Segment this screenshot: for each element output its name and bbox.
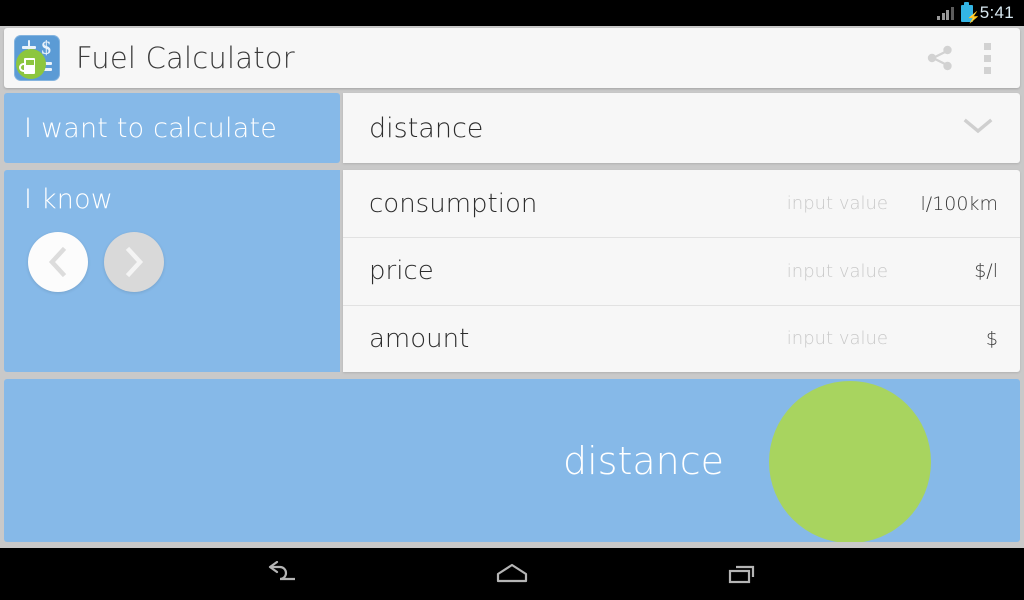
know-section: I know consumption input value l/100km p… xyxy=(4,170,1020,372)
input-placeholder-amount: input value xyxy=(786,328,888,350)
signal-bars-icon xyxy=(937,6,954,20)
nav-home-button[interactable] xyxy=(456,548,568,600)
overflow-dot-3 xyxy=(983,66,991,74)
input-row-price[interactable]: price input value $/l xyxy=(343,237,1020,304)
input-label-consumption: consumption xyxy=(369,188,538,219)
app-bar: $ Fuel Calculator xyxy=(4,28,1020,88)
calculate-row: I want to calculate distance xyxy=(4,93,1020,163)
fuel-pump-body xyxy=(24,58,35,74)
home-icon xyxy=(496,563,528,583)
back-icon xyxy=(268,561,295,581)
result-circle xyxy=(769,381,931,542)
recent-apps-icon xyxy=(728,565,755,584)
share-icon xyxy=(927,45,952,71)
input-unit-amount: $ xyxy=(985,327,998,350)
overflow-dot-1 xyxy=(983,42,991,50)
battery-charging-icon: ⚡ xyxy=(960,2,980,24)
result-panel: distance xyxy=(4,379,1020,542)
input-unit-price: $/l xyxy=(974,260,998,283)
share-button[interactable] xyxy=(914,32,966,84)
system-nav-bar xyxy=(0,548,1024,600)
chevron-left-icon xyxy=(48,246,67,278)
nav-back-button[interactable] xyxy=(226,548,338,600)
overflow-dot-2 xyxy=(983,54,991,62)
nav-recents-button[interactable] xyxy=(686,548,798,600)
calculate-target-value: distance xyxy=(369,112,484,144)
fuel-calculator-app-icon: $ xyxy=(14,35,60,81)
previous-button[interactable] xyxy=(28,232,88,292)
know-label: I know xyxy=(24,184,114,215)
input-label-amount: amount xyxy=(369,323,470,354)
know-label-panel: I know xyxy=(4,170,340,372)
chevron-right-icon xyxy=(125,246,144,278)
input-row-consumption[interactable]: consumption input value l/100km xyxy=(343,170,1020,237)
know-label-wrap: I know xyxy=(24,184,113,215)
input-unit-consumption: l/100km xyxy=(920,192,998,215)
fuel-pump-hose xyxy=(19,63,24,72)
input-label-price: price xyxy=(369,256,434,287)
overflow-menu-button[interactable] xyxy=(966,32,1008,84)
input-placeholder-price: input value xyxy=(786,260,888,282)
status-bar: ⚡ 5:41 xyxy=(0,0,1024,26)
app-title: Fuel Calculator xyxy=(76,41,295,75)
next-button[interactable] xyxy=(104,232,164,292)
known-inputs-list: consumption input value l/100km price in… xyxy=(343,170,1020,372)
app-screen: ⚡ 5:41 $ Fuel Calculator I want to calcu… xyxy=(0,0,1024,600)
calculate-target-select[interactable]: distance xyxy=(343,93,1020,163)
calculate-label: I want to calculate xyxy=(24,112,278,144)
calculate-label-panel: I want to calculate xyxy=(4,93,340,163)
input-placeholder-consumption: input value xyxy=(786,193,888,215)
know-nav-buttons xyxy=(28,232,164,292)
input-row-amount[interactable]: amount input value $ xyxy=(343,304,1020,372)
status-bar-clock: 5:41 xyxy=(979,3,1014,22)
chevron-down-icon xyxy=(958,115,998,142)
result-label: distance xyxy=(562,438,724,483)
